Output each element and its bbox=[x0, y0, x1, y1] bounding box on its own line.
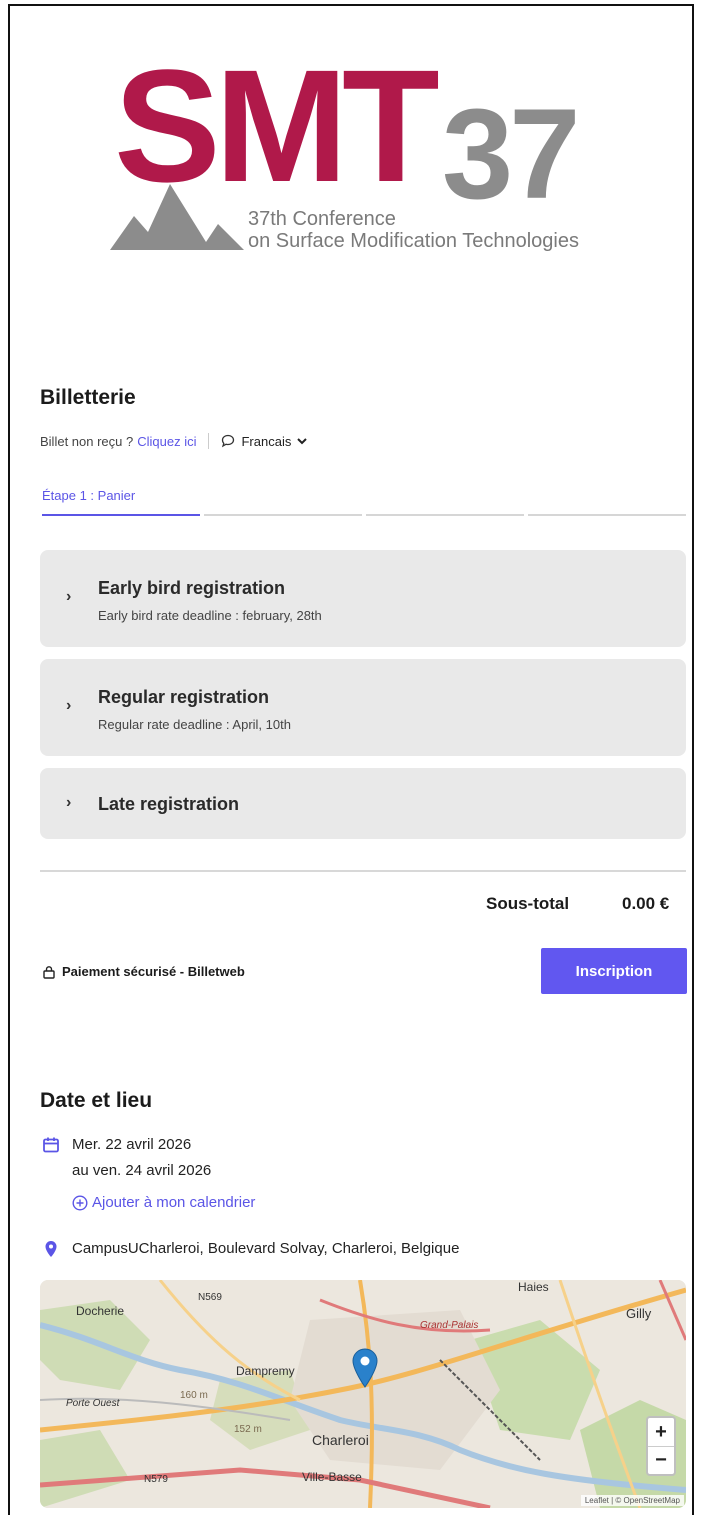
ticket-late[interactable]: › Late registration bbox=[40, 768, 686, 839]
step-bar-4 bbox=[528, 514, 686, 516]
step-bar-2 bbox=[204, 514, 362, 516]
ticket-description: Early bird rate deadline : february, 28t… bbox=[98, 608, 322, 623]
calendar-icon bbox=[40, 1136, 62, 1154]
logo-smt-text: SMT bbox=[114, 36, 440, 215]
map-tiles bbox=[40, 1280, 686, 1508]
map-label-porte-ouest: Porte Ouest bbox=[66, 1398, 120, 1409]
ticket-help-line: Billet non reçu ? Cliquez ici Francais bbox=[40, 433, 313, 449]
map-label-elevation-160: 160 m bbox=[180, 1390, 208, 1401]
chevron-right-icon: › bbox=[66, 697, 72, 714]
location-text: CampusUCharleroi, Boulevard Solvay, Char… bbox=[72, 1240, 460, 1257]
map-label-haies: Haies bbox=[518, 1280, 549, 1294]
ticket-early-bird[interactable]: › Early bird registration Early bird rat… bbox=[40, 550, 686, 647]
location-map[interactable]: Docherie N569 Dampremy Charleroi Ville-B… bbox=[40, 1280, 686, 1508]
date-end: au ven. 24 avril 2026 bbox=[72, 1162, 212, 1179]
subtotal-value: 0.00 € bbox=[622, 894, 670, 913]
location-pin-icon bbox=[40, 1240, 62, 1258]
lock-icon bbox=[43, 965, 55, 979]
step-bar-1 bbox=[42, 514, 200, 516]
subtotal-label: Sous-total bbox=[486, 894, 570, 913]
date-row: Mer. 22 avril 2026 bbox=[40, 1136, 191, 1154]
step-label: Étape 1 : Panier bbox=[42, 488, 136, 503]
logo-subtitle-1: 37th Conference bbox=[248, 208, 396, 230]
ticket-regular[interactable]: › Regular registration Regular rate dead… bbox=[40, 659, 686, 756]
logo-subtitle-2: on Surface Modification Technologies bbox=[248, 230, 579, 252]
chevron-down-icon bbox=[297, 438, 308, 445]
ticket-name: Early bird registration bbox=[98, 578, 286, 598]
map-zoom-control: + − bbox=[646, 1416, 676, 1476]
logo-number: 37 bbox=[442, 83, 580, 226]
billetterie-title: Billetterie bbox=[40, 386, 136, 409]
add-calendar-label: Ajouter à mon calendrier bbox=[92, 1194, 256, 1211]
map-label-gilly: Gilly bbox=[626, 1306, 652, 1321]
smt37-logo: SMT 37 37th Conference on Surface Modifi… bbox=[106, 36, 626, 276]
plus-circle-icon bbox=[72, 1194, 88, 1211]
secure-payment: Paiement sécurisé - Billetweb bbox=[42, 964, 245, 979]
ticket-name: Regular registration bbox=[98, 687, 270, 707]
map-label-docherie: Docherie bbox=[76, 1304, 125, 1318]
date-lieu-title: Date et lieu bbox=[40, 1089, 153, 1112]
click-here-link[interactable]: Cliquez ici bbox=[137, 434, 196, 449]
map-label-dampremy: Dampremy bbox=[236, 1364, 295, 1378]
map-label-grand-palais: Grand-Palais bbox=[420, 1320, 479, 1331]
map-label-ville-basse: Ville-Basse bbox=[302, 1470, 362, 1484]
step-bar-3 bbox=[366, 514, 524, 516]
ticket-description: Regular rate deadline : April, 10th bbox=[98, 717, 291, 732]
language-label: Francais bbox=[241, 433, 292, 449]
chevron-right-icon: › bbox=[66, 794, 72, 811]
page-frame: SMT 37 37th Conference on Surface Modifi… bbox=[8, 4, 694, 1515]
add-calendar-link[interactable]: Ajouter à mon calendrier bbox=[72, 1194, 255, 1211]
map-marker-icon bbox=[352, 1348, 378, 1388]
language-selector[interactable]: Francais bbox=[221, 434, 313, 449]
secure-payment-label: Paiement sécurisé - Billetweb bbox=[62, 964, 245, 979]
chevron-right-icon: › bbox=[66, 588, 72, 605]
ticket-name: Late registration bbox=[98, 794, 240, 814]
zoom-out-button[interactable]: − bbox=[648, 1446, 674, 1474]
divider bbox=[40, 870, 686, 872]
map-attribution[interactable]: Leaflet | © OpenStreetMap bbox=[580, 1495, 684, 1506]
date-start: Mer. 22 avril 2026 bbox=[72, 1136, 192, 1153]
step-progress bbox=[42, 514, 686, 516]
chat-bubble-icon bbox=[222, 434, 235, 448]
mountains-icon bbox=[110, 184, 244, 250]
zoom-in-button[interactable]: + bbox=[648, 1418, 674, 1446]
location-row: CampusUCharleroi, Boulevard Solvay, Char… bbox=[40, 1240, 459, 1258]
map-label-n569: N569 bbox=[198, 1292, 222, 1303]
map-label-n579: N579 bbox=[144, 1474, 168, 1485]
separator bbox=[208, 433, 210, 449]
ticket-not-received-text: Billet non reçu ? bbox=[40, 433, 134, 449]
map-label-charleroi: Charleroi bbox=[312, 1432, 369, 1448]
map-label-elevation-152: 152 m bbox=[234, 1424, 262, 1435]
inscription-button[interactable]: Inscription bbox=[541, 948, 687, 994]
